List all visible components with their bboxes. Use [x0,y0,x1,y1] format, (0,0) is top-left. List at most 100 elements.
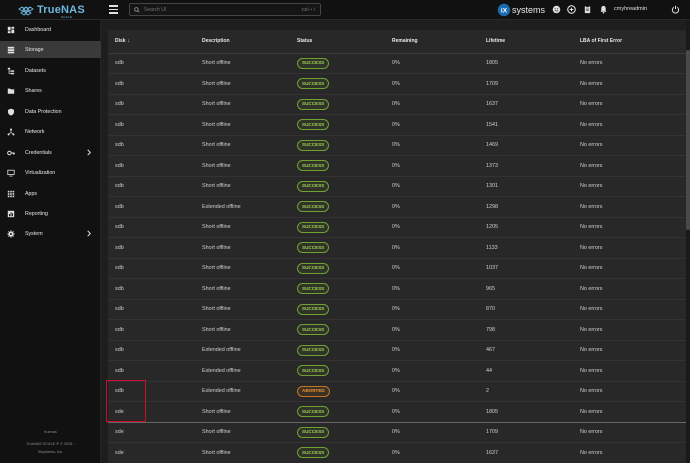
cell-disk: sde [108,442,202,463]
sidebar-item-credentials[interactable]: Credentials [0,144,101,161]
table-row[interactable]: sdb Short offline SUCCESS 0% 1637 No errors [108,94,687,115]
cell-lba-first-error: No errors [580,217,687,238]
table-row[interactable]: sdb Extended offline SUCCESS 0% 44 No errors [108,360,687,382]
cell-remaining: 0% [392,340,486,361]
cell-status: SUCCESS [297,135,392,156]
menu-toggle-button[interactable] [109,5,118,14]
table-row[interactable]: sdb Short offline SUCCESS 0% 1805 No errors [108,53,687,74]
cell-lifetime: 1301 [486,176,580,197]
table-header-row: Disk ↓ Description Status Remaining Lifet… [108,30,687,54]
table-row[interactable]: sdb Short offline SUCCESS 0% 1541 No errors [108,114,687,136]
scrollbar-thumb[interactable] [686,50,690,230]
table-row[interactable]: sdb Extended offline SUCCESS 0% 467 No errors [108,340,687,361]
cell-description: Short offline [202,422,297,443]
cell-disk: sdb [108,278,202,300]
table-row[interactable]: sde Short offline SUCCESS 0% 1637 No errors [108,442,687,463]
cell-description: Short offline [202,237,297,259]
sidebar-item-system[interactable]: System [0,225,101,242]
datasets-icon [7,67,15,74]
page-scrollbar[interactable] [686,20,690,463]
cell-remaining: 0% [392,176,486,197]
cell-lifetime: 1205 [486,217,580,238]
cell-status: SUCCESS [297,155,392,177]
cell-lifetime: 2 [486,381,580,402]
search-shortcut: Ctrl + / [301,7,315,12]
cell-lifetime: 1805 [486,401,580,423]
cell-description: Extended offline [202,381,297,402]
table-row[interactable]: sdb Extended offline ABORTED 0% 2 No errors [108,381,687,402]
cell-description: Short offline [202,176,297,197]
column-header-disk[interactable]: Disk ↓ [108,30,202,54]
cell-status: SUCCESS [297,114,392,136]
column-header-lba-first-error[interactable]: LBA of First Error [580,30,687,54]
column-header-status[interactable]: Status [297,30,392,54]
cell-disk: sdb [108,53,202,74]
status-badge: SUCCESS [297,344,330,356]
user-name[interactable]: cmyhreadmin [614,6,647,12]
cell-description: Short offline [202,401,297,423]
table-row[interactable]: sdb Short offline SUCCESS 0% 1205 No errors [108,217,687,238]
cell-status: SUCCESS [297,94,392,115]
cell-description: Short offline [202,299,297,320]
cell-disk: sdb [108,94,202,115]
storage-icon [7,46,15,53]
table-row[interactable]: sdb Short offline SUCCESS 0% 965 No errors [108,278,687,300]
table-row[interactable]: sde Short offline SUCCESS 0% 1709 No errors [108,422,687,443]
smart-test-results-table: Disk ↓ Description Status Remaining Lifet… [108,30,687,463]
truecommand-icon[interactable] [567,5,576,14]
cell-remaining: 0% [392,237,486,259]
cell-lifetime: 1637 [486,94,580,115]
truenas-logo[interactable]: TrueNAS SCALE [18,3,98,19]
cell-remaining: 0% [392,278,486,300]
table-row[interactable]: sdb Short offline SUCCESS 0% 870 No errors [108,299,687,320]
sidebar-item-data-protection[interactable]: Data Protection [0,103,101,120]
column-header-description[interactable]: Description [202,30,297,54]
cell-status: SUCCESS [297,299,392,320]
sidebar-item-reporting[interactable]: Reporting [0,205,101,222]
cell-disk: sde [108,422,202,443]
cell-status: SUCCESS [297,442,392,463]
sidebar-item-datasets[interactable]: Datasets [0,62,101,79]
cell-disk: sdb [108,196,202,218]
sidebar-item-shares[interactable]: Shares [0,82,101,99]
cell-description: Short offline [202,258,297,279]
face-icon[interactable] [552,5,561,14]
table-row[interactable]: sdb Short offline SUCCESS 0% 1037 No errors [108,258,687,279]
power-icon[interactable] [671,5,680,14]
column-header-remaining[interactable]: Remaining [392,30,486,54]
sidebar-company-link[interactable]: iXsystems, Inc. [0,450,101,454]
cell-lifetime: 1037 [486,258,580,279]
sidebar-item-label: Datasets [25,67,46,74]
table-row[interactable]: sdb Short offline SUCCESS 0% 1469 No errors [108,135,687,156]
ixsystems-logo[interactable]: iX systems [497,3,545,17]
status-badge: SUCCESS [297,221,330,233]
cell-disk: sde [108,401,202,423]
table-row[interactable]: sdb Short offline SUCCESS 0% 1373 No errors [108,155,687,177]
sidebar-item-network[interactable]: Network [0,123,101,140]
cell-remaining: 0% [392,155,486,177]
table-row[interactable]: sdb Short offline SUCCESS 0% 1301 No errors [108,176,687,197]
search-input[interactable] [144,6,294,13]
gear-icon [7,229,15,238]
sidebar-copyright: TrueNAS SCALE ® © 2025 - [26,442,75,446]
chevron-right-icon [87,149,91,156]
cell-lifetime: 1541 [486,114,580,136]
cell-status: ABORTED [297,381,392,402]
column-header-lifetime[interactable]: Lifetime [486,30,580,54]
cell-lifetime: 1637 [486,442,580,463]
notifications-icon[interactable] [599,5,608,14]
cell-lifetime: 467 [486,340,580,361]
table-row[interactable]: sdb Short offline SUCCESS 0% 1133 No errors [108,237,687,259]
table-row[interactable]: sdb Short offline SUCCESS 0% 1709 No errors [108,73,687,95]
table-row[interactable]: sde Short offline SUCCESS 0% 1805 No errors [108,401,687,423]
sidebar-item-storage[interactable]: Storage [0,41,101,58]
sidebar-item-apps[interactable]: Apps [0,185,101,202]
sidebar-item-virtualization[interactable]: Virtualization [0,164,101,181]
jobs-icon[interactable] [583,5,592,14]
sidebar-item-dashboard[interactable]: Dashboard [0,21,101,38]
search-box[interactable]: Ctrl + / [129,3,321,16]
top-bar: TrueNAS SCALE Ctrl + / iX systems [0,0,690,20]
cell-status: SUCCESS [297,340,392,361]
table-row[interactable]: sdb Short offline SUCCESS 0% 798 No errors [108,319,687,341]
table-row[interactable]: sdb Extended offline SUCCESS 0% 1298 No error… [108,196,687,218]
